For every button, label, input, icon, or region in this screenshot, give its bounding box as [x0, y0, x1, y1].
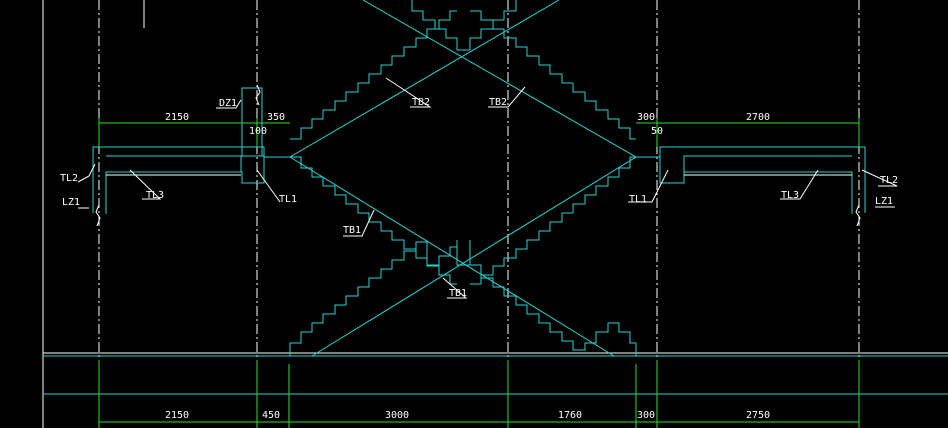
dim-top-left-inner: 100 [249, 126, 267, 137]
dim-top-right: 2700 [746, 112, 770, 123]
dim-bottom-1: 2150 [165, 410, 189, 421]
label-tl2-right: TL2 [880, 175, 898, 186]
walls [42, 0, 948, 428]
label-tl3-right: TL3 [781, 190, 799, 201]
axis-lines [98, 0, 860, 428]
label-tb1-upper: TB1 [343, 225, 361, 236]
dim-bottom-4: 1760 [558, 410, 582, 421]
label-tl2-left: TL2 [60, 173, 78, 184]
cad-drawing-canvas: 2150 350 100 300 50 2700 2150 450 3000 1… [0, 0, 948, 428]
dim-top-right-inner: 50 [651, 126, 663, 137]
label-tl3-left: TL3 [146, 190, 164, 201]
left-landing [92, 84, 290, 227]
label-tl1-right: TL1 [629, 194, 647, 205]
label-lz1-left: LZ1 [62, 197, 80, 208]
leader-lines [77, 77, 898, 299]
dim-top-left-small: 350 [267, 112, 285, 123]
label-tl1-left: TL1 [279, 194, 297, 205]
label-tb1-lower: TB1 [449, 288, 467, 299]
label-dz1: DZ1 [219, 98, 237, 109]
dim-bottom-2: 450 [262, 410, 280, 421]
dim-bottom-5: 300 [637, 410, 655, 421]
label-tb2-left: TB2 [412, 97, 430, 108]
dim-top-left: 2150 [165, 112, 189, 123]
stair-flights [289, 0, 637, 357]
right-landing [636, 146, 866, 227]
label-lz1-right: LZ1 [875, 196, 893, 207]
dim-bottom-6: 2750 [746, 410, 770, 421]
dim-bottom-3: 3000 [385, 410, 409, 421]
label-tb2-right: TB2 [489, 97, 507, 108]
dim-top-right-small: 300 [637, 112, 655, 123]
